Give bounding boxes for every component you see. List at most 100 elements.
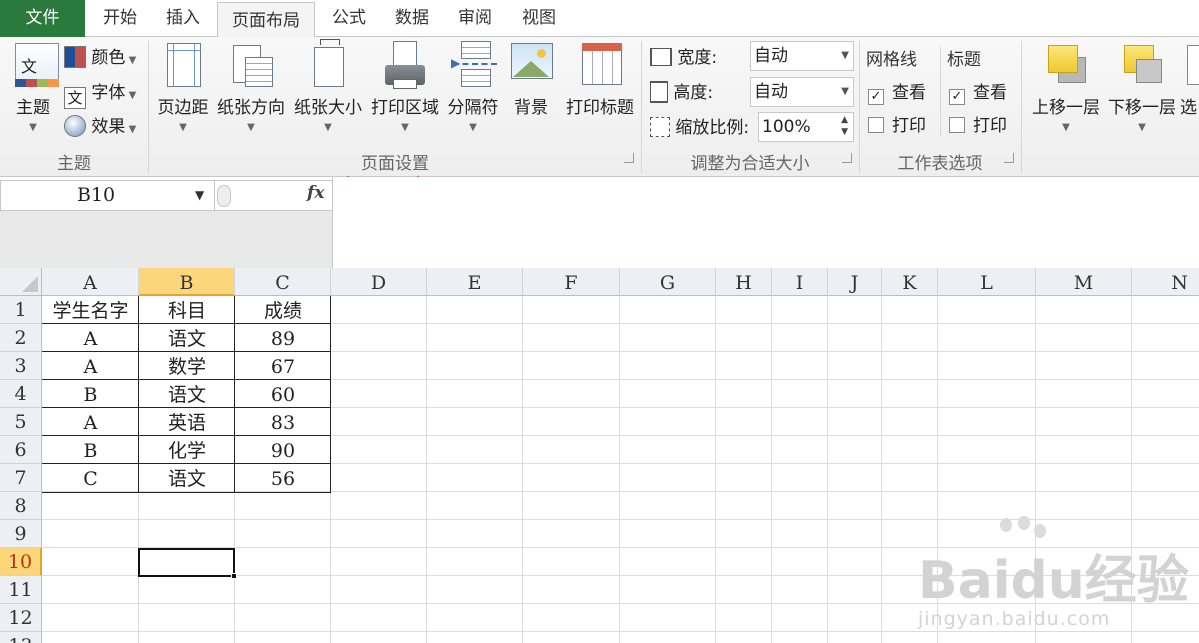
cell-c5[interactable]: 83: [235, 408, 331, 436]
worksheet-grid[interactable]: ABCDEFGHIJKLMN 12345678910111213 学生名字科目成…: [0, 268, 1199, 643]
cell-b4[interactable]: 语文: [139, 380, 235, 408]
cell-a7[interactable]: C: [42, 464, 139, 492]
column-header-g[interactable]: G: [620, 268, 716, 296]
cell-c7[interactable]: 56: [235, 464, 331, 492]
fonts-button[interactable]: 文 字体 ▼: [64, 80, 136, 109]
cell-a4[interactable]: B: [42, 380, 139, 408]
cell-b7[interactable]: 语文: [139, 464, 235, 492]
column-header-d[interactable]: D: [331, 268, 427, 296]
page-setup-launcher-icon[interactable]: [624, 153, 634, 163]
row-header-11[interactable]: 11: [0, 576, 42, 604]
cell-c4[interactable]: 60: [235, 380, 331, 408]
breaks-button[interactable]: ▶ 分隔符 ▼: [444, 39, 502, 133]
cell-b3[interactable]: 数学: [139, 352, 235, 380]
column-header-j[interactable]: J: [828, 268, 882, 296]
column-header-k[interactable]: K: [882, 268, 938, 296]
width-label-row: 宽度:: [650, 45, 717, 71]
cell-b5[interactable]: 英语: [139, 408, 235, 436]
column-header-f[interactable]: F: [523, 268, 620, 296]
width-select[interactable]: 自动 ▼: [750, 41, 854, 71]
row-header-4[interactable]: 4: [0, 380, 42, 408]
gridlines-print-checkbox[interactable]: 打印: [868, 113, 926, 139]
cell-c3[interactable]: 67: [235, 352, 331, 380]
cell-a5[interactable]: A: [42, 408, 139, 436]
row-header-13[interactable]: 13: [0, 632, 42, 643]
cell-c2[interactable]: 89: [235, 324, 331, 352]
gridline-vertical: [522, 296, 523, 643]
sheet-options-launcher-icon[interactable]: [1004, 153, 1014, 163]
cell-b2[interactable]: 语文: [139, 324, 235, 352]
checkbox-checked-icon: ✓: [868, 89, 884, 105]
background-button[interactable]: 背景: [504, 39, 558, 118]
bring-forward-button[interactable]: 上移一层 ▼: [1028, 39, 1104, 133]
scale-spinner[interactable]: 100% ▲ ▼: [758, 112, 854, 142]
cell-c1[interactable]: 成绩: [235, 296, 331, 324]
selection-pane-button[interactable]: 选: [1180, 39, 1199, 118]
print-titles-button[interactable]: 打印标题: [562, 39, 638, 118]
cell-a6[interactable]: B: [42, 436, 139, 464]
row-header-6[interactable]: 6: [0, 436, 42, 464]
name-box[interactable]: B10 ▼: [0, 180, 215, 211]
gridlines-heading: 网格线: [866, 50, 917, 70]
column-header-a[interactable]: A: [42, 268, 139, 296]
cell-a2[interactable]: A: [42, 324, 139, 352]
send-backward-button[interactable]: 下移一层 ▼: [1104, 39, 1180, 133]
headings-view-checkbox[interactable]: ✓ 查看: [949, 80, 1007, 106]
cell-a1[interactable]: 学生名字: [42, 296, 139, 324]
formula-input[interactable]: [332, 177, 1199, 268]
column-header-e[interactable]: E: [427, 268, 523, 296]
chevron-down-icon[interactable]: ▼: [195, 181, 204, 210]
select-all-corner[interactable]: [0, 268, 42, 296]
send-backward-label: 下移一层: [1108, 98, 1176, 118]
tab-data[interactable]: 数据: [381, 0, 443, 37]
row-header-1[interactable]: 1: [0, 296, 42, 324]
collapse-handle-icon[interactable]: [217, 185, 231, 207]
row-header-9[interactable]: 9: [0, 520, 42, 548]
height-select[interactable]: 自动 ▼: [750, 77, 854, 107]
margins-button[interactable]: 页边距 ▼: [154, 39, 212, 133]
gridlines-view-checkbox[interactable]: ✓ 查看: [868, 80, 926, 106]
column-header-m[interactable]: M: [1036, 268, 1132, 296]
cell-b6[interactable]: 化学: [139, 436, 235, 464]
row-header-2[interactable]: 2: [0, 324, 42, 352]
tab-review[interactable]: 审阅: [444, 0, 506, 37]
cell-c6[interactable]: 90: [235, 436, 331, 464]
orientation-label: 纸张方向: [217, 98, 285, 118]
cell-b1[interactable]: 科目: [139, 296, 235, 324]
tab-file[interactable]: 文件: [0, 0, 85, 37]
print-area-label: 打印区域: [371, 98, 439, 118]
column-header-h[interactable]: H: [716, 268, 772, 296]
row-header-5[interactable]: 5: [0, 408, 42, 436]
effects-button[interactable]: 效果 ▼: [64, 114, 136, 140]
colors-button[interactable]: 颜色 ▼: [64, 45, 136, 71]
insert-function-icon[interactable]: fx: [307, 183, 324, 203]
column-header-n[interactable]: N: [1132, 268, 1199, 296]
print-area-button[interactable]: 打印区域 ▼: [368, 39, 442, 133]
tab-formulas[interactable]: 公式: [318, 0, 380, 37]
row-header-12[interactable]: 12: [0, 604, 42, 632]
column-header-i[interactable]: I: [772, 268, 828, 296]
scale-launcher-icon[interactable]: [842, 153, 852, 163]
tab-insert[interactable]: 插入: [152, 0, 214, 37]
headings-print-checkbox[interactable]: 打印: [949, 113, 1007, 139]
row-header-10[interactable]: 10: [0, 548, 42, 576]
row-header-8[interactable]: 8: [0, 492, 42, 520]
spinner-arrows-icon[interactable]: ▲ ▼: [841, 114, 848, 138]
fill-handle[interactable]: [231, 573, 237, 579]
column-header-l[interactable]: L: [938, 268, 1036, 296]
tab-page-layout[interactable]: 页面布局: [217, 2, 315, 38]
paper-size-icon: [306, 39, 350, 89]
tab-home[interactable]: 开始: [89, 0, 151, 37]
chevron-down-icon: ▼: [841, 86, 849, 97]
row-header-3[interactable]: 3: [0, 352, 42, 380]
size-button[interactable]: 纸张大小 ▼: [290, 39, 366, 133]
orientation-button[interactable]: 纸张方向 ▼: [214, 39, 288, 133]
send-backward-icon: [1120, 39, 1164, 89]
column-header-b[interactable]: B: [139, 268, 235, 296]
column-header-c[interactable]: C: [235, 268, 331, 296]
excel-window: { "tabs": ["文件","开始","插入","页面布局","公式","数…: [0, 0, 1199, 643]
cell-a3[interactable]: A: [42, 352, 139, 380]
row-header-7[interactable]: 7: [0, 464, 42, 492]
tab-view[interactable]: 视图: [508, 0, 570, 37]
themes-button[interactable]: 文 主题 ▼: [6, 39, 60, 133]
